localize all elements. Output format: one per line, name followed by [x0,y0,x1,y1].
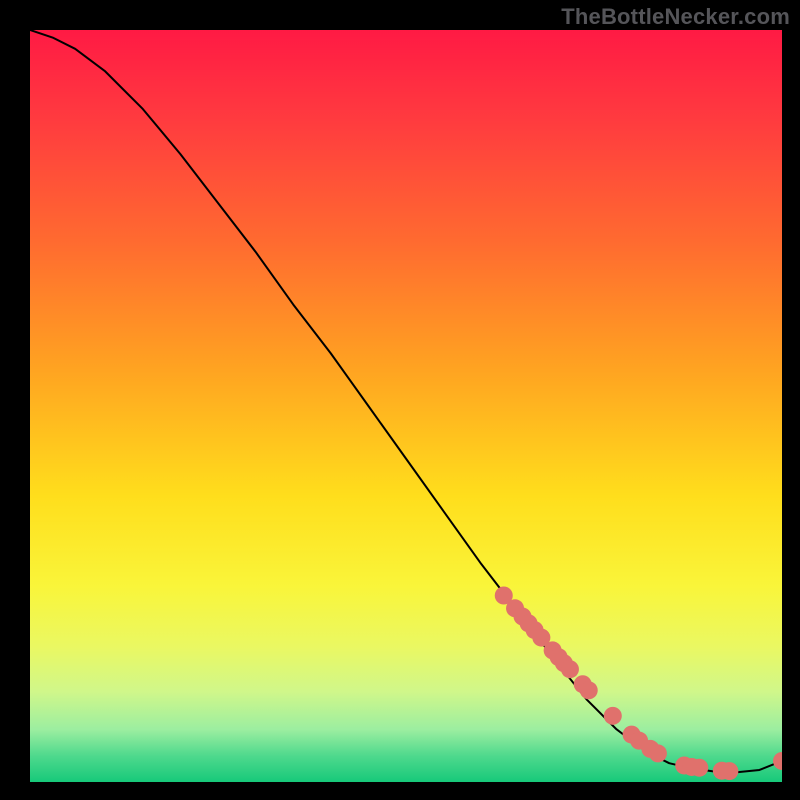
data-point [649,744,667,762]
data-point [690,759,708,777]
watermark-text: TheBottleNecker.com [561,4,790,30]
data-point [580,681,598,699]
gradient-background [30,30,782,782]
chart-svg [30,30,782,782]
data-point [720,762,738,780]
plot-area [30,30,782,782]
data-point [604,707,622,725]
chart-stage: TheBottleNecker.com [0,0,800,800]
data-point [561,660,579,678]
